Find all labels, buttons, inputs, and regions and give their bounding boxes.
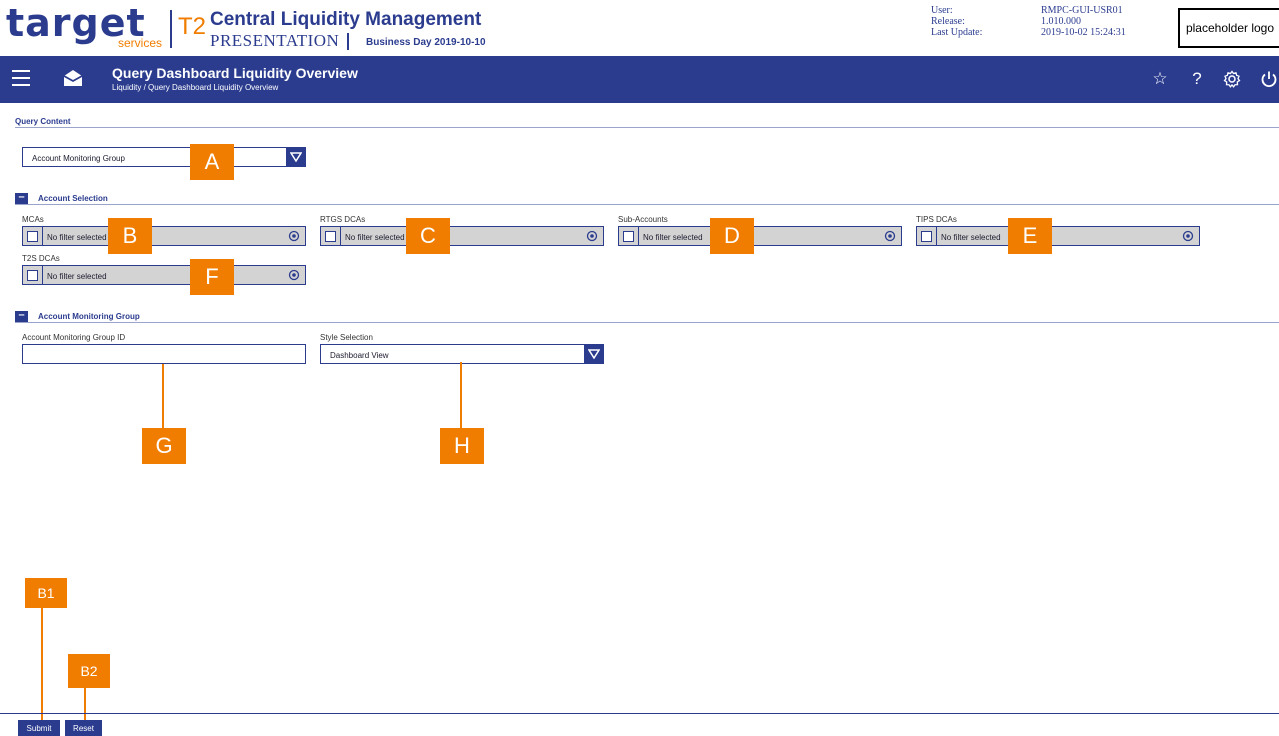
star-icon[interactable]: ☆ [1150,68,1170,90]
mcas-checkbox[interactable] [27,231,38,242]
chevron-down-icon[interactable] [286,148,305,166]
mcas-filter[interactable]: No filter selected [22,226,306,246]
reset-button[interactable]: Reset [65,720,102,736]
t2s-dcas-label: T2S DCAs [22,254,60,263]
settings-icon[interactable] [1222,68,1242,90]
callout-d: D [710,218,754,254]
callout-b2: B2 [68,654,110,688]
user-value: RMPC-GUI-USR01 [1041,5,1123,16]
callout-a: A [190,144,234,180]
header-divider [170,10,172,48]
menu-icon[interactable] [12,70,30,86]
search-icon[interactable] [288,269,300,281]
callout-b1-leader [41,608,43,720]
query-content-value: Account Monitoring Group [32,154,125,163]
callout-b1: B1 [25,578,67,608]
group-id-input[interactable] [22,344,306,364]
tips-dcas-value: No filter selected [941,233,1001,242]
rtgs-dcas-checkbox[interactable] [325,231,336,242]
query-content-title: Query Content [15,117,71,126]
search-icon[interactable] [586,230,598,242]
account-monitoring-group-divider [15,322,1279,323]
callout-e: E [1008,218,1052,254]
help-icon[interactable]: ? [1187,68,1207,90]
search-icon[interactable] [884,230,896,242]
style-selection-select[interactable]: Dashboard View [320,344,604,364]
t2s-dcas-value: No filter selected [47,272,107,281]
app-header: target services T2 Central Liquidity Man… [0,0,1279,56]
t2s-dcas-checkbox[interactable] [27,270,38,281]
last-update-value: 2019-10-02 15:24:31 [1041,27,1126,38]
release-value: 1.010.000 [1041,16,1081,27]
nav-bar: Query Dashboard Liquidity Overview Liqui… [0,56,1279,103]
style-selection-value: Dashboard View [330,351,389,360]
search-icon[interactable] [1182,230,1194,242]
sub-accounts-checkbox[interactable] [623,231,634,242]
rtgs-dcas-label: RTGS DCAs [320,215,366,224]
app-title: Central Liquidity Management [210,9,482,30]
account-selection-divider [15,204,1279,205]
tips-dcas-label: TIPS DCAs [916,215,957,224]
tips-dcas-filter[interactable]: No filter selected [916,226,1200,246]
environment-label: PRESENTATION [210,31,340,50]
callout-b: B [108,218,152,254]
home-icon[interactable] [62,67,84,89]
sub-accounts-label: Sub-Accounts [618,215,668,224]
rtgs-dcas-filter[interactable]: No filter selected [320,226,604,246]
release-label: Release: [931,16,965,27]
product-name: T2 [178,13,207,40]
meta-labels: User: Release: Last Update: [931,5,982,38]
power-icon[interactable] [1259,68,1279,90]
callout-c: C [406,218,450,254]
callout-h-leader [460,362,462,428]
tips-dcas-checkbox[interactable] [921,231,932,242]
user-label: User: [931,5,953,16]
meta-values: RMPC-GUI-USR01 1.010.000 2019-10-02 15:2… [1041,5,1126,38]
style-selection-label: Style Selection [320,333,373,342]
callout-b2-leader [84,688,86,720]
environment-divider [347,33,349,50]
page: target services T2 Central Liquidity Man… [0,0,1279,736]
sub-accounts-filter[interactable]: No filter selected [618,226,902,246]
callout-g: G [142,428,186,464]
mcas-value: No filter selected [47,233,107,242]
page-title: Query Dashboard Liquidity Overview [112,65,358,81]
placeholder-logo: placeholder logo [1178,8,1279,48]
chevron-down-icon[interactable] [584,345,603,363]
query-content-select[interactable]: Account Monitoring Group [22,147,306,167]
breadcrumb: Liquidity / Query Dashboard Liquidity Ov… [112,83,279,92]
business-day: Business Day 2019-10-10 [366,37,486,48]
rtgs-dcas-value: No filter selected [345,233,405,242]
group-id-label: Account Monitoring Group ID [22,333,126,342]
mcas-label: MCAs [22,215,44,224]
collapse-account-selection-button[interactable]: – [15,192,28,204]
callout-f: F [190,259,234,295]
footer-divider [0,713,1279,714]
account-selection-title: Account Selection [38,194,108,203]
callout-h: H [440,428,484,464]
account-monitoring-group-title: Account Monitoring Group [38,312,140,321]
submit-button[interactable]: Submit [18,720,60,736]
target-logo-services: services [118,36,163,50]
last-update-label: Last Update: [931,27,983,38]
query-content-divider [15,127,1279,128]
t2s-dcas-filter[interactable]: No filter selected [22,265,306,285]
search-icon[interactable] [288,230,300,242]
sub-accounts-value: No filter selected [643,233,703,242]
collapse-account-monitoring-group-button[interactable]: – [15,310,28,322]
callout-g-leader [162,364,164,428]
